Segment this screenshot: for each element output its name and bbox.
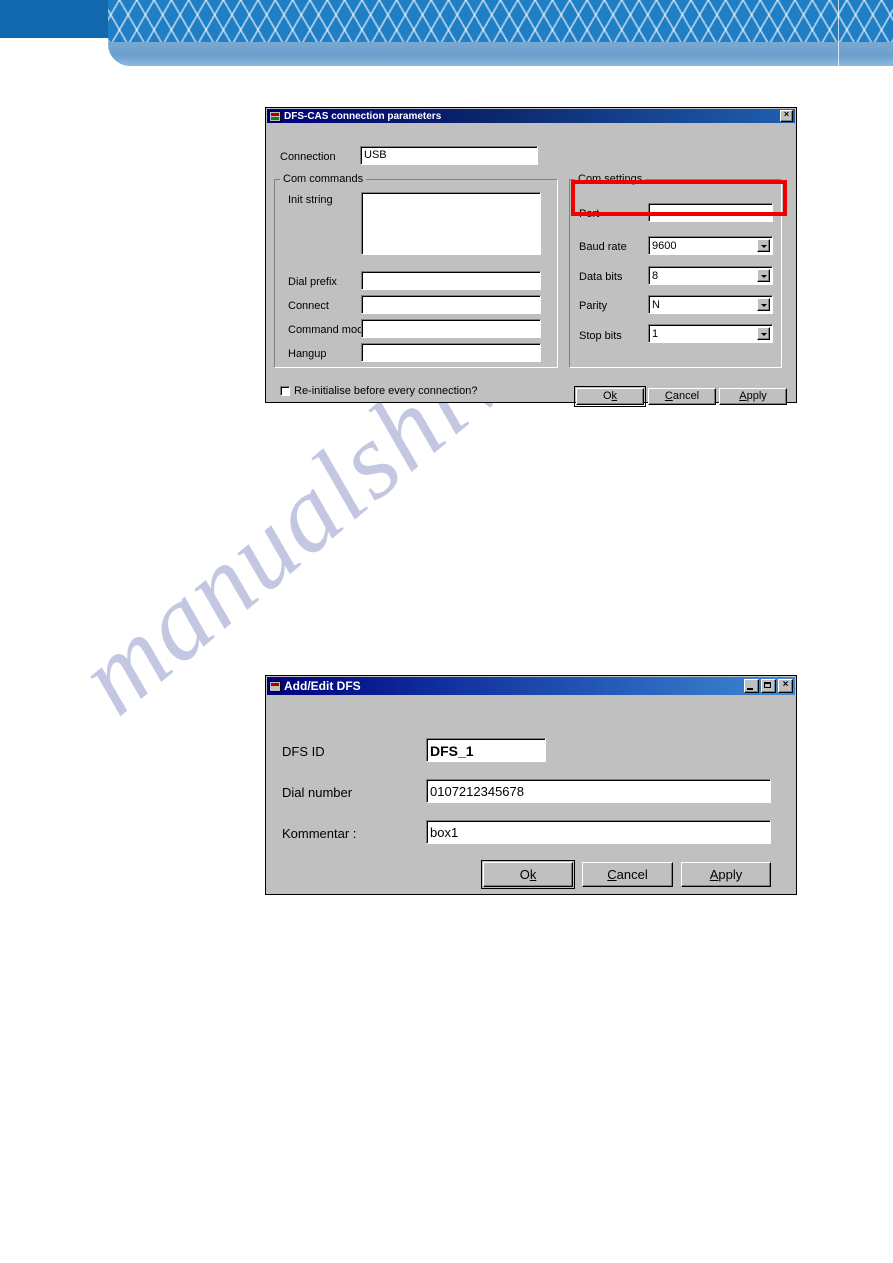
reinitialise-label: Re-initialise before every connection? <box>294 385 478 397</box>
page-banner <box>0 0 893 70</box>
dialog-title: DFS-CAS connection parameters <box>284 110 442 122</box>
command-mode-input[interactable] <box>361 319 541 338</box>
chevron-down-icon[interactable] <box>757 269 770 282</box>
com-settings-legend: Com settings <box>575 173 646 185</box>
connection-plug-icon <box>269 110 281 122</box>
dial-number-label: Dial number <box>282 785 353 800</box>
port-label: Port <box>579 208 600 220</box>
init-string-input[interactable] <box>361 192 541 255</box>
dfs-cancel-button[interactable]: Cancel <box>582 862 673 887</box>
dfs-ok-button-label: Ok <box>519 867 537 882</box>
window-document-icon <box>269 680 281 692</box>
dfs-apply-button[interactable]: Apply <box>681 862 771 887</box>
close-icon[interactable]: × <box>778 679 793 693</box>
parity-label: Parity <box>579 300 608 312</box>
banner-left-block <box>0 0 112 38</box>
minimize-icon[interactable] <box>744 679 759 693</box>
ok-button-label: Ok <box>602 390 618 402</box>
apply-button[interactable]: Apply <box>719 388 787 405</box>
dfs-dialog-title: Add/Edit DFS <box>284 679 361 693</box>
banner-vertical-divider <box>838 0 839 66</box>
connection-label: Connection <box>280 151 336 163</box>
kommentar-label: Kommentar : <box>282 826 357 841</box>
apply-button-label: Apply <box>739 390 767 402</box>
hangup-label: Hangup <box>288 348 327 360</box>
dialog-dfs-cas-connection-parameters[interactable]: DFS-CAS connection parameters × Connecti… <box>265 107 797 407</box>
titlebar-buttons[interactable]: × <box>780 110 794 122</box>
parity-select[interactable]: N <box>648 295 773 314</box>
stop-bits-select[interactable]: 1 <box>648 324 773 343</box>
data-bits-value: 8 <box>652 270 659 282</box>
dialog-add-edit-dfs[interactable]: Add/Edit DFS × DFS ID DFS_1 Dial number … <box>265 675 797 895</box>
dfs-cancel-button-label: Cancel <box>607 867 648 882</box>
stop-bits-label: Stop bits <box>579 330 622 342</box>
dial-number-input[interactable]: 0107212345678 <box>426 779 771 803</box>
dfs-ok-button[interactable]: Ok <box>481 860 575 889</box>
connect-input[interactable] <box>361 295 541 314</box>
dfs-id-label: DFS ID <box>282 744 325 759</box>
port-select[interactable] <box>648 203 773 222</box>
kommentar-input[interactable]: box1 <box>426 820 771 844</box>
reinitialise-checkbox-row[interactable]: Re-initialise before every connection? <box>280 385 477 397</box>
banner-mesh-pattern <box>108 0 893 42</box>
init-string-label: Init string <box>288 194 333 206</box>
chevron-down-icon[interactable] <box>757 327 770 340</box>
connection-input[interactable]: USB <box>360 146 538 165</box>
ok-button[interactable]: Ok <box>574 386 646 407</box>
titlebar-connection-dialog[interactable]: DFS-CAS connection parameters × <box>267 109 795 123</box>
dial-prefix-label: Dial prefix <box>288 276 337 288</box>
dfs-apply-button-label: Apply <box>709 867 743 882</box>
close-icon[interactable]: × <box>780 110 793 122</box>
com-commands-legend: Com commands <box>280 173 367 185</box>
chevron-down-icon[interactable] <box>757 298 770 311</box>
cancel-button-label: Cancel <box>664 390 700 402</box>
baud-rate-select[interactable]: 9600 <box>648 236 773 255</box>
connect-label: Connect <box>288 300 329 312</box>
baud-rate-label: Baud rate <box>579 241 627 253</box>
banner-bottom-strip <box>108 42 893 66</box>
baud-rate-value: 9600 <box>652 240 677 252</box>
data-bits-select[interactable]: 8 <box>648 266 773 285</box>
data-bits-label: Data bits <box>579 271 623 283</box>
reinitialise-checkbox[interactable] <box>280 386 290 396</box>
parity-value: N <box>652 299 660 311</box>
maximize-icon[interactable] <box>761 679 776 693</box>
hangup-input[interactable] <box>361 343 541 362</box>
cancel-button[interactable]: Cancel <box>648 388 716 405</box>
chevron-down-icon[interactable] <box>757 239 770 252</box>
dfs-id-input[interactable]: DFS_1 <box>426 738 546 762</box>
dfs-titlebar-buttons[interactable]: × <box>744 679 794 693</box>
dial-prefix-input[interactable] <box>361 271 541 290</box>
command-mode-label: Command mode <box>288 324 370 336</box>
titlebar-dfs-dialog[interactable]: Add/Edit DFS × <box>267 677 795 695</box>
stop-bits-value: 1 <box>652 328 659 340</box>
